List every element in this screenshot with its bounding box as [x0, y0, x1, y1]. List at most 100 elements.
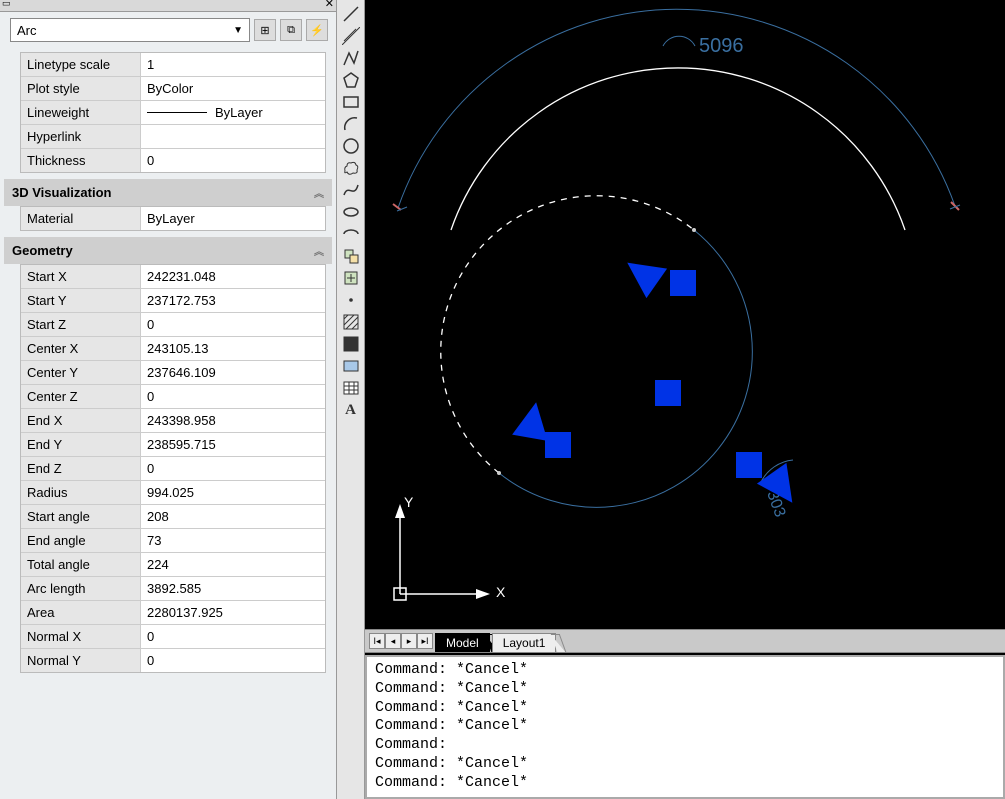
- property-label: End X: [21, 409, 141, 432]
- property-value[interactable]: 0: [141, 313, 325, 336]
- property-label: Normal X: [21, 625, 141, 648]
- revcloud-tool-icon[interactable]: [340, 158, 362, 178]
- property-value[interactable]: [141, 125, 325, 148]
- model-viewport[interactable]: 5096 303: [365, 0, 1005, 629]
- property-label: Normal Y: [21, 649, 141, 672]
- panel-titlebar: ▭ ✕: [0, 0, 336, 12]
- lineweight-preview-icon: [147, 112, 207, 113]
- property-value[interactable]: ByLayer: [141, 207, 325, 230]
- section-3d-visualization[interactable]: 3D Visualization ︽: [4, 179, 332, 206]
- property-label: Lineweight: [21, 101, 141, 124]
- property-value[interactable]: 73: [141, 529, 325, 552]
- property-row: Center Y237646.109: [21, 361, 325, 385]
- tab-model[interactable]: Model: [435, 633, 490, 652]
- pickadd-toggle-icon[interactable]: ⊞: [254, 19, 276, 41]
- polygon-tool-icon[interactable]: [340, 70, 362, 90]
- ellipse-arc-tool-icon[interactable]: [340, 224, 362, 244]
- property-row: Plot styleByColor: [21, 77, 325, 101]
- mtext-tool-icon[interactable]: A: [340, 400, 362, 420]
- property-value[interactable]: ByLayer: [141, 101, 325, 124]
- hatch-tool-icon[interactable]: [340, 312, 362, 332]
- tab-label: Layout1: [503, 636, 546, 650]
- property-row: Start X242231.048: [21, 265, 325, 289]
- grip-endpoint[interactable]: [670, 270, 696, 296]
- spline-tool-icon[interactable]: [340, 180, 362, 200]
- tab-nav-first-icon[interactable]: I◂: [369, 633, 385, 649]
- property-label: End angle: [21, 529, 141, 552]
- tab-nav-last-icon[interactable]: ▸I: [417, 633, 433, 649]
- property-row: Start Z0: [21, 313, 325, 337]
- tab-nav-prev-icon[interactable]: ◂: [385, 633, 401, 649]
- grip-endpoint[interactable]: [736, 452, 762, 478]
- region-tool-icon[interactable]: [340, 356, 362, 376]
- property-row: Normal Y0: [21, 649, 325, 672]
- property-label: Thickness: [21, 149, 141, 172]
- tab-layout1[interactable]: Layout1: [492, 633, 557, 652]
- property-value[interactable]: 208: [141, 505, 325, 528]
- property-label: Center Z: [21, 385, 141, 408]
- arc-tool-icon[interactable]: [340, 114, 362, 134]
- property-label: Hyperlink: [21, 125, 141, 148]
- object-type-select[interactable]: Arc ▼: [10, 18, 250, 42]
- property-row: End angle73: [21, 529, 325, 553]
- property-row: Total angle224: [21, 553, 325, 577]
- rectangle-tool-icon[interactable]: [340, 92, 362, 112]
- xline-tool-icon[interactable]: [340, 26, 362, 46]
- property-value[interactable]: 243105.13: [141, 337, 325, 360]
- property-value[interactable]: 238595.715: [141, 433, 325, 456]
- property-value[interactable]: 237646.109: [141, 361, 325, 384]
- ucs-y-label: Y: [404, 494, 413, 510]
- property-value[interactable]: 237172.753: [141, 289, 325, 312]
- table-tool-icon[interactable]: [340, 378, 362, 398]
- section-label: 3D Visualization: [12, 185, 111, 200]
- chevron-down-icon: ▼: [233, 25, 243, 36]
- line-tool-icon[interactable]: [340, 4, 362, 24]
- property-row: End Z0: [21, 457, 325, 481]
- property-value[interactable]: 0: [141, 457, 325, 480]
- gradient-tool-icon[interactable]: [340, 334, 362, 354]
- property-label: Start angle: [21, 505, 141, 528]
- property-value[interactable]: 0: [141, 149, 325, 172]
- property-row: End Y238595.715: [21, 433, 325, 457]
- point-tool-icon[interactable]: [340, 290, 362, 310]
- layout-tabbar: I◂ ◂ ▸ ▸I Model Layout1: [365, 629, 1005, 653]
- drawing-area-panel: 5096 303: [365, 0, 1005, 799]
- property-value[interactable]: 994.025: [141, 481, 325, 504]
- polyline-tool-icon[interactable]: [340, 48, 362, 68]
- dimension-text: 5096: [699, 35, 744, 57]
- make-block-icon[interactable]: [340, 268, 362, 288]
- tab-nav-next-icon[interactable]: ▸: [401, 633, 417, 649]
- property-value[interactable]: 242231.048: [141, 265, 325, 288]
- property-value[interactable]: 1: [141, 53, 325, 76]
- quick-select-icon[interactable]: ⚡: [306, 19, 328, 41]
- close-icon[interactable]: ✕: [325, 0, 334, 10]
- property-row: End X243398.958: [21, 409, 325, 433]
- property-label: Radius: [21, 481, 141, 504]
- properties-panel: ▭ ✕ Arc ▼ ⊞ ⧉ ⚡ Linetype scale1Plot styl…: [0, 0, 337, 799]
- select-objects-icon[interactable]: ⧉: [280, 19, 302, 41]
- grip-center[interactable]: [655, 380, 681, 406]
- section-geometry[interactable]: Geometry ︽: [4, 237, 332, 264]
- property-label: Arc length: [21, 577, 141, 600]
- property-value[interactable]: 0: [141, 649, 325, 672]
- grip-midpoint[interactable]: [545, 432, 571, 458]
- property-value[interactable]: 224: [141, 553, 325, 576]
- property-label: Start Z: [21, 313, 141, 336]
- circle-tool-icon[interactable]: [340, 136, 362, 156]
- insert-block-icon[interactable]: [340, 246, 362, 266]
- object-type-value: Arc: [17, 23, 37, 38]
- ellipse-tool-icon[interactable]: [340, 202, 362, 222]
- property-row: LineweightByLayer: [21, 101, 325, 125]
- property-value[interactable]: ByColor: [141, 77, 325, 100]
- property-label: Plot style: [21, 77, 141, 100]
- property-label: Total angle: [21, 553, 141, 576]
- property-value[interactable]: 0: [141, 625, 325, 648]
- tab-label: Model: [446, 636, 479, 650]
- property-value[interactable]: 2280137.925: [141, 601, 325, 624]
- minimize-icon[interactable]: ▭: [2, 0, 11, 9]
- property-value[interactable]: 243398.958: [141, 409, 325, 432]
- property-value[interactable]: 0: [141, 385, 325, 408]
- geometry-props-table: Start X242231.048Start Y237172.753Start …: [20, 264, 326, 673]
- property-value[interactable]: 3892.585: [141, 577, 325, 600]
- command-window[interactable]: Command: *Cancel* Command: *Cancel* Comm…: [365, 655, 1005, 799]
